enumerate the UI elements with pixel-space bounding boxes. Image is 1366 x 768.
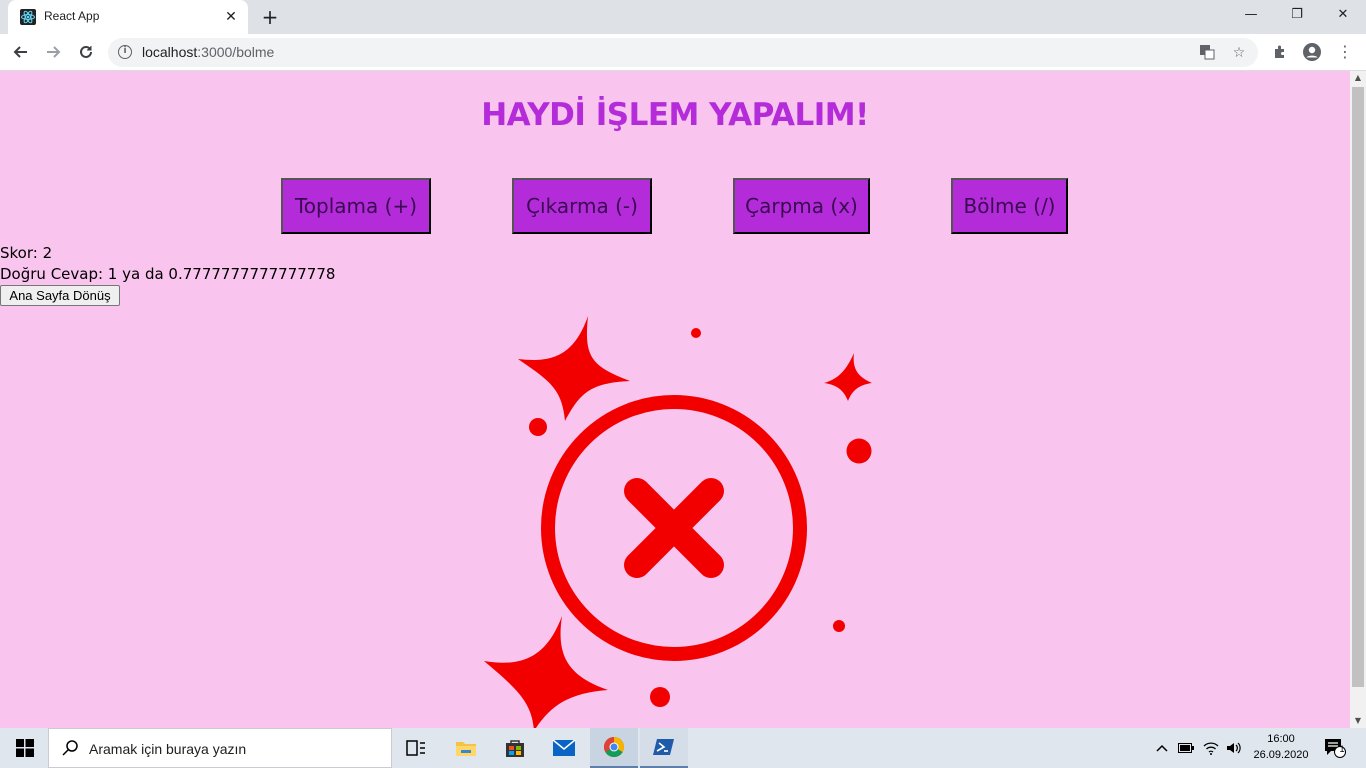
page-heading: HAYDİ İŞLEM YAPALIM! (481, 97, 869, 133)
scroll-down-arrow-icon[interactable]: ▼ (1350, 714, 1366, 728)
wifi-icon[interactable] (1201, 728, 1221, 768)
site-info-icon[interactable]: i (118, 45, 132, 59)
sparkle-shape (484, 616, 608, 728)
back-arrow-icon[interactable] (8, 39, 34, 65)
task-view-icon (406, 740, 425, 756)
mail-button[interactable] (540, 728, 588, 768)
tab-strip: React App ✕ + — ❐ ✕ (0, 0, 1366, 34)
forward-arrow-icon[interactable] (40, 39, 66, 65)
reload-icon[interactable] (73, 39, 99, 65)
windows-logo-icon (16, 739, 34, 757)
battery-icon[interactable] (1176, 728, 1196, 768)
notification-center-icon[interactable]: 1 (1320, 728, 1350, 768)
close-window-button[interactable]: ✕ (1320, 0, 1366, 30)
scrollbar-thumb[interactable] (1352, 87, 1364, 687)
sparkle-shape (824, 353, 872, 401)
menu-kebab-icon[interactable]: ⋮ (1333, 40, 1357, 64)
new-tab-button[interactable]: + (258, 6, 282, 30)
decor-dot (833, 620, 845, 632)
clock-date: 26.09.2020 (1253, 749, 1309, 761)
notification-count-badge: 1 (1339, 744, 1345, 754)
profile-avatar-icon[interactable] (1300, 40, 1324, 64)
volume-icon[interactable] (1224, 728, 1244, 768)
address-bar[interactable]: i localhost:3000/bolme ☆ (108, 38, 1258, 67)
start-button[interactable] (0, 728, 48, 768)
url-text: localhost:3000/bolme (142, 44, 275, 60)
windows-taskbar: Aramak için buraya yazın 16:00 26.09.202… (0, 728, 1366, 768)
subtraction-button[interactable]: Çıkarma (-) (512, 178, 652, 234)
addition-button[interactable]: Toplama (+) (281, 178, 431, 234)
division-button[interactable]: Bölme (/) (951, 178, 1068, 234)
chrome-button[interactable] (590, 728, 638, 768)
page-content: HAYDİ İŞLEM YAPALIM! Toplama (+) Çıkarma… (0, 71, 1350, 728)
decor-dot (691, 328, 701, 338)
file-explorer-button[interactable] (442, 728, 490, 768)
decor-dot (846, 438, 872, 464)
wrong-answer-icon (484, 316, 872, 728)
x-mark (624, 478, 724, 578)
sparkle-shape (518, 316, 630, 421)
search-icon (62, 740, 78, 756)
scroll-up-arrow-icon[interactable]: ▲ (1350, 71, 1366, 85)
tray-overflow-chevron-icon[interactable] (1152, 728, 1172, 768)
extensions-icon[interactable] (1268, 40, 1292, 64)
store-button[interactable] (491, 728, 539, 768)
mail-envelope-icon (552, 739, 576, 756)
minimize-button[interactable]: — (1228, 0, 1274, 30)
bookmark-star-icon[interactable]: ☆ (1230, 44, 1248, 62)
chrome-logo-icon (604, 737, 624, 757)
decor-dot (650, 687, 670, 707)
search-placeholder: Aramak için buraya yazın (89, 741, 247, 757)
multiplication-button[interactable]: Çarpma (x) (733, 178, 870, 234)
browser-tab[interactable]: React App ✕ (8, 0, 248, 34)
tab-title: React App (44, 9, 100, 23)
react-logo-icon (20, 9, 36, 25)
page-scrollbar[interactable]: ▲ ▼ (1350, 71, 1366, 728)
decor-dot (529, 418, 547, 436)
home-page-button[interactable]: Ana Sayfa Dönüş (0, 285, 120, 306)
folder-icon (456, 742, 476, 756)
taskbar-clock[interactable]: 16:00 26.09.2020 (1248, 731, 1314, 763)
tab-close-icon[interactable]: ✕ (222, 8, 240, 26)
correct-answer-text: Doğru Cevap: 1 ya da 0.7777777777777778 (0, 265, 336, 283)
browser-toolbar: i localhost:3000/bolme ☆ ⋮ (0, 34, 1366, 71)
clock-time: 16:00 (1267, 733, 1295, 745)
restore-button[interactable]: ❐ (1274, 0, 1320, 30)
translate-icon[interactable] (1198, 44, 1216, 62)
powershell-button[interactable] (640, 728, 688, 768)
store-bag-icon (506, 740, 524, 757)
score-text: Skor: 2 (0, 244, 53, 262)
powershell-icon (653, 739, 674, 755)
task-view-button[interactable] (392, 728, 440, 768)
taskbar-search-input[interactable]: Aramak için buraya yazın (48, 728, 392, 768)
